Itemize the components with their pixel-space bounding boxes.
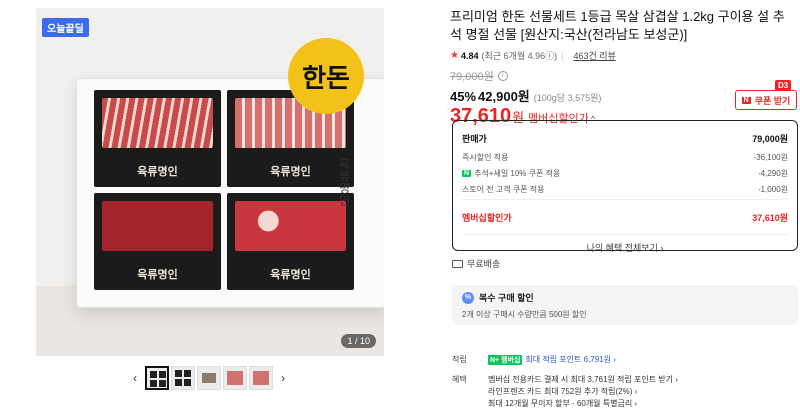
box-side-text: 육류명인 [337,158,351,206]
meat-pack-1: 육류명인 [94,90,221,187]
pack-label: 육류명인 [137,165,178,178]
discount-row-value: -1,000원 [757,184,788,194]
multi-discount-title-row: % 복수 구매 할인 [462,291,788,304]
price-head-value: 79,000원 [752,133,788,144]
image-counter: 1 / 10 [341,334,376,348]
all-benefits-link[interactable]: 나의 혜택 전체보기 › [462,241,788,254]
thumb-next-icon[interactable]: › [274,371,292,385]
rating-note: (최근 6개월 4.96ⓘ) [481,51,558,61]
hanwoo-logo: 한돈 [288,38,364,114]
rating-row: ★ 4.84 (최근 6개월 4.96ⓘ) | 463건 리뷰 [450,49,795,62]
star-icon: ★ [450,50,459,61]
benefits-list: 멤버십 전용카드 결제 시 최대 3,761원 적립 포인트 받기 › 라인프렌… [488,374,678,410]
product-image-main[interactable]: 육류명인 육류명인 육류명인 육류명인 한돈 육류명인 오늘끝딜 1 / 10 [36,8,384,356]
benefits-row: 혜택 멤버십 전용카드 결제 시 최대 3,761원 적립 포인트 받기 › 라… [452,374,678,410]
pack-label: 육류명인 [137,268,178,281]
points-link[interactable]: 최대 적립 포인트 6,791원 › [525,354,615,365]
gift-box-tray: 육류명인 육류명인 육류명인 육류명인 [94,90,354,290]
thumbnail-strip: ‹ › [126,366,292,390]
review-link[interactable]: 463건 리뷰 [573,49,615,62]
rating-value: 4.84 [460,50,479,61]
discount-row-label: 즉시할인 적용 [462,152,509,162]
benefit-item[interactable]: 멤버십 전용카드 결제 시 최대 3,761원 적립 포인트 받기 › [488,374,678,386]
benefits-label: 혜택 [452,375,467,384]
product-page: 육류명인 육류명인 육류명인 육류명인 한돈 육류명인 오늘끝딜 1 / 10 … [0,0,800,411]
multi-purchase-discount: % 복수 구매 할인 2개 이상 구매시 수량만큼 500원 할인 [452,285,798,325]
separator: | [561,50,564,61]
discount-rate: 45% [450,89,477,104]
discount-row: 스토어 전 고객 쿠폰 적용 -1,000원 [462,181,788,197]
thumbnail-3[interactable] [197,366,221,390]
discount-row: N 추석+세일 10% 쿠폰 적용 -4,290원 [462,165,788,181]
benefit-item[interactable]: 최대 12개월 무이자 할부 · 60개월 특별금리 › [488,398,678,410]
shipping-row: 무료배송 [452,257,500,270]
original-price: 79,000원 [450,71,494,83]
discount-row-value: -4,290원 [757,168,788,178]
divider [462,199,788,200]
thumb-prev-icon[interactable]: ‹ [126,371,144,385]
multi-discount-title: 복수 구매 할인 [479,293,534,303]
thumbnail-2[interactable] [171,366,195,390]
meat-pack-4: 육류명인 [227,193,354,290]
price-head-label: 판매가 [462,133,487,144]
discount-row: 즉시할인 적용 -36,100원 [462,149,788,165]
points-label: 적립 [452,355,467,364]
meat-pack-3: 육류명인 [94,193,221,290]
naver-n-icon: N [741,96,751,104]
product-title: 프리미엄 한돈 선물세트 1등급 목살 삼겹살 1.2kg 구이용 설 추석 명… [450,9,785,42]
thumbnail-5[interactable] [249,366,273,390]
membership-badge: N+ 멤버십 [488,354,523,365]
truck-icon [452,259,463,268]
discount-row-label: 스토어 전 고객 쿠폰 적용 [462,184,545,194]
total-label: 멤버십할인가 [462,212,512,223]
today-deal-badge: 오늘끝딜 [42,18,89,37]
original-price-row: 79,000원 i [450,68,795,84]
unit-price: (100g당 3,575원) [533,93,602,103]
price-breakdown: 판매가 79,000원 즉시할인 적용 -36,100원 N 추석+세일 10% … [452,120,798,254]
multi-discount-desc: 2개 이상 구매시 수량만큼 500원 할인 [462,310,587,319]
pack-label: 육류명인 [270,268,311,281]
info-icon[interactable]: i [497,71,508,81]
thumbnail-4[interactable] [223,366,247,390]
pack-label: 육류명인 [270,165,311,178]
thumbnail-1[interactable] [145,366,169,390]
coupon-button-label: 쿠폰 받기 [754,95,791,106]
divider [462,234,788,235]
coupon-button[interactable]: N 쿠폰 받기 [735,90,797,110]
sale-price: 42,900원 [478,89,530,104]
discount-row-label: 추석+세일 10% 쿠폰 적용 [474,168,561,178]
product-info: 프리미엄 한돈 선물세트 1등급 목살 삼겹살 1.2kg 구이용 설 추석 명… [450,8,795,128]
discount-row-value: -36,100원 [753,152,789,162]
naver-n-icon: N [462,169,472,177]
price-head-row: 판매가 79,000원 [462,127,788,149]
benefit-item[interactable]: 라인프렌즈 카드 최대 752원 추가 적립(2%) › [488,386,678,398]
total-value: 37,610원 [752,212,788,223]
percent-icon: % [462,291,474,304]
total-row: 멤버십할인가 37,610원 [462,202,788,232]
shipping-label: 무료배송 [467,259,501,269]
points-row: 적립 N+ 멤버십 최대 적립 포인트 6,791원 › [452,354,616,365]
